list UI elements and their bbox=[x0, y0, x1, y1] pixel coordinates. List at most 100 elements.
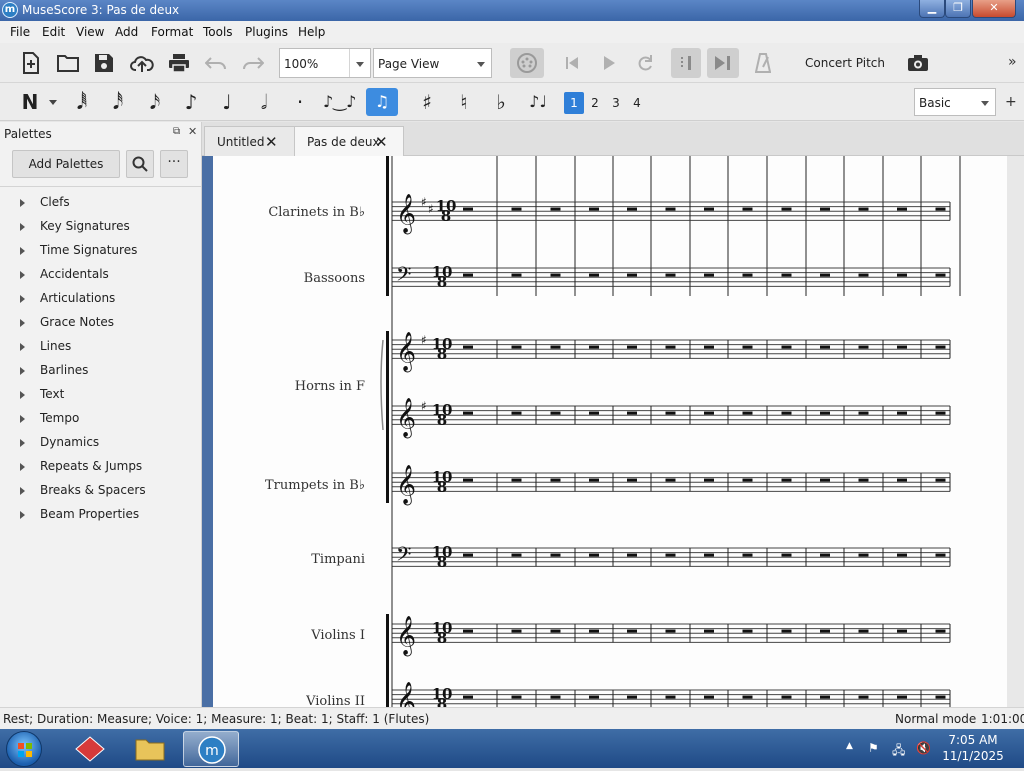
camera-icon[interactable] bbox=[905, 50, 931, 76]
eighth-note-icon[interactable]: ♪ bbox=[177, 88, 205, 116]
measure-rest bbox=[820, 553, 830, 557]
menu-plugins[interactable]: Plugins bbox=[245, 25, 288, 39]
menu-format[interactable]: Format bbox=[151, 25, 193, 39]
new-score-icon[interactable] bbox=[18, 50, 44, 76]
save-icon[interactable] bbox=[91, 50, 117, 76]
instrument-name-horns[interactable]: Horns in F bbox=[295, 379, 365, 394]
menu-tools[interactable]: Tools bbox=[203, 25, 233, 39]
measure-rest bbox=[704, 695, 714, 699]
instrument-name-clarinets[interactable]: Clarinets in B♭ bbox=[268, 205, 365, 220]
instrument-name-trumpets[interactable]: Trumpets in B♭ bbox=[265, 478, 365, 493]
measure-rest bbox=[589, 478, 599, 482]
voice-1-button[interactable]: 1 bbox=[564, 92, 584, 114]
close-panel-icon[interactable]: ✕ bbox=[188, 125, 197, 138]
sixteenth-note-icon[interactable]: 𝅘𝅥𝅯 bbox=[141, 88, 169, 116]
voice-icon[interactable]: ♪♩ bbox=[524, 88, 552, 116]
close-tab-icon[interactable]: ✕ bbox=[265, 133, 278, 151]
taskbar-app-red[interactable] bbox=[62, 731, 118, 767]
open-folder-icon[interactable] bbox=[55, 50, 81, 76]
score-page[interactable]: 𝄞 ♯ ♯ 10 8 𝄢 10 8 𝄞 ♯ 10 8 𝄞 ♯ 10 8 𝄞 10 8 𝄢 10 8 𝄞 10 8 𝄞 10 8 Cla… bbox=[213, 156, 1007, 707]
flat-icon[interactable]: ♭ bbox=[487, 88, 515, 116]
redo-icon[interactable] bbox=[240, 50, 266, 76]
menu-edit[interactable]: Edit bbox=[42, 25, 65, 39]
float-panel-icon[interactable]: ⧉ bbox=[173, 126, 180, 137]
measure-rest bbox=[589, 411, 599, 415]
workspace-combo[interactable]: Basic bbox=[914, 88, 996, 116]
concert-pitch-toggle[interactable]: Concert Pitch bbox=[805, 56, 885, 70]
view-mode-combo[interactable]: Page View bbox=[373, 48, 492, 78]
measure-rest bbox=[589, 553, 599, 557]
palette-item-label: Time Signatures bbox=[40, 243, 138, 257]
score-scrollbar[interactable] bbox=[1007, 156, 1024, 707]
measure-rest bbox=[665, 478, 676, 482]
measure-rest bbox=[742, 629, 753, 633]
instrument-name-timpani[interactable]: Timpani bbox=[311, 552, 365, 567]
tie-icon[interactable]: ♪‿♪ bbox=[323, 88, 356, 116]
score-view[interactable]: 𝄞 ♯ ♯ 10 8 𝄢 10 8 𝄞 ♯ 10 8 𝄞 ♯ 10 8 𝄞 10 8 𝄢 10 8 𝄞 10 8 𝄞 10 8 Cla… bbox=[202, 156, 1024, 707]
thirty-second-note-icon[interactable]: 𝅘𝅥𝅰 bbox=[104, 88, 132, 116]
half-note-icon[interactable]: 𝅗𝅥 bbox=[250, 88, 278, 116]
measure-rest bbox=[627, 411, 637, 415]
sixty-fourth-note-icon[interactable]: 𝅘𝅥𝅱 bbox=[68, 88, 96, 116]
instrument-name-violins-2[interactable]: Violins II bbox=[306, 694, 365, 707]
score-canvas[interactable]: 𝄞 ♯ ♯ 108𝄢 108𝄞 ♯ 108𝄞 ♯ 108𝄞 108𝄢 108𝄞 108𝄞 108 bbox=[213, 156, 1007, 707]
instrument-name-bassoons[interactable]: Bassoons bbox=[304, 271, 365, 286]
taskbar-clock[interactable]: 7:05 AM 11/1/2025 bbox=[942, 732, 1004, 764]
zoom-combo[interactable]: 100% bbox=[279, 48, 371, 78]
expand-triangle-icon bbox=[20, 487, 25, 495]
play-icon[interactable] bbox=[597, 50, 621, 76]
flip-direction-icon[interactable]: ♫ bbox=[366, 88, 398, 116]
metronome-icon[interactable] bbox=[752, 50, 774, 76]
quarter-note-icon[interactable]: ♩ bbox=[213, 88, 241, 116]
tab-untitled[interactable]: Untitled ✕ bbox=[204, 126, 296, 156]
add-workspace-button[interactable]: + bbox=[1005, 94, 1017, 110]
measure-rest bbox=[463, 411, 473, 415]
network-icon[interactable]: 🖧 bbox=[892, 741, 905, 762]
volume-muted-icon[interactable]: 🔇 bbox=[916, 741, 931, 755]
add-palettes-button[interactable]: Add Palettes bbox=[12, 150, 120, 178]
loop-icon[interactable] bbox=[633, 50, 657, 76]
minimize-button[interactable]: ▁ bbox=[919, 0, 945, 18]
toolbar-overflow-button[interactable]: » bbox=[1008, 54, 1017, 70]
instrument-name-violins-1[interactable]: Violins I bbox=[311, 628, 365, 643]
start-button[interactable] bbox=[6, 731, 42, 767]
menu-add[interactable]: Add bbox=[115, 25, 138, 39]
close-tab-icon[interactable]: ✕ bbox=[375, 133, 388, 151]
menu-view[interactable]: View bbox=[76, 25, 104, 39]
palette-search-button[interactable] bbox=[126, 150, 154, 178]
maximize-button[interactable]: ❐ bbox=[945, 0, 971, 18]
status-bar: Rest; Duration: Measure; Voice: 1; Measu… bbox=[0, 707, 1024, 729]
rewind-icon[interactable] bbox=[560, 50, 584, 76]
loop-out-icon[interactable] bbox=[707, 48, 739, 78]
loop-in-icon[interactable] bbox=[671, 48, 701, 78]
dot-icon[interactable]: · bbox=[286, 88, 314, 116]
menu-file[interactable]: File bbox=[10, 25, 30, 39]
palette-item-label: Lines bbox=[40, 339, 72, 353]
close-window-button[interactable]: ✕ bbox=[972, 0, 1016, 18]
midi-input-icon[interactable] bbox=[510, 48, 544, 78]
voice-3-button[interactable]: 3 bbox=[606, 92, 626, 114]
window-title: MuseScore 3: Pas de deux bbox=[22, 3, 180, 17]
palette-more-button[interactable]: ··· bbox=[160, 150, 188, 178]
print-icon[interactable] bbox=[166, 50, 192, 76]
menu-help[interactable]: Help bbox=[298, 25, 325, 39]
taskbar-musescore[interactable]: m bbox=[183, 731, 239, 767]
taskbar-explorer[interactable] bbox=[122, 731, 178, 767]
time-signature-denominator: 8 bbox=[437, 273, 447, 291]
upload-cloud-icon[interactable] bbox=[128, 50, 156, 76]
time-signature-denominator: 8 bbox=[437, 695, 447, 707]
chevron-down-icon[interactable] bbox=[49, 100, 57, 105]
tab-pas-de-deux[interactable]: Pas de deux ✕ bbox=[294, 126, 404, 156]
note-input-mode-icon[interactable]: N bbox=[16, 88, 44, 116]
natural-icon[interactable]: ♮ bbox=[450, 88, 478, 116]
treble-clef: 𝄞 bbox=[396, 615, 416, 656]
sharp-icon[interactable]: ♯ bbox=[413, 88, 441, 116]
voice-2-button[interactable]: 2 bbox=[585, 92, 605, 114]
undo-icon[interactable] bbox=[203, 50, 229, 76]
palette-item-label: Grace Notes bbox=[40, 315, 115, 329]
action-center-icon[interactable]: ⚑ bbox=[868, 741, 879, 755]
tray-overflow-icon[interactable]: ▲ bbox=[846, 741, 853, 751]
time-signature-denominator: 8 bbox=[441, 207, 451, 225]
voice-4-button[interactable]: 4 bbox=[627, 92, 647, 114]
measure-rest bbox=[820, 478, 830, 482]
